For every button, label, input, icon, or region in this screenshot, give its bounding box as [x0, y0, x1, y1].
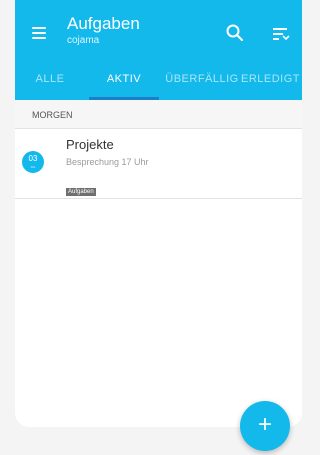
task-description: Besprechung 17 Uhr [66, 157, 149, 167]
section-label: MORGEN [32, 110, 73, 120]
app-title: Aufgaben [67, 14, 140, 33]
date-badge-month: JUL [30, 165, 36, 169]
task-tag: Aufgaben [66, 188, 96, 196]
app-bar: Aufgaben cojama ALLE AKTIV ÜBERFÄLLIG ER… [15, 0, 302, 100]
section-header: MORGEN [15, 100, 302, 129]
add-icon: + [257, 411, 272, 438]
menu-icon[interactable] [32, 27, 46, 39]
tab-erledigt[interactable]: ERLEDIGT [239, 70, 302, 100]
add-task-button[interactable]: + [240, 401, 290, 451]
date-badge: 03 JUL [22, 151, 44, 173]
tab-bar: ALLE AKTIV ÜBERFÄLLIG ERLEDIGT [15, 70, 302, 100]
tab-ueberfaellig[interactable]: ÜBERFÄLLIG [159, 70, 245, 100]
task-item[interactable]: 03 JUL Projekte Besprechung 17 Uhr Aufga… [15, 129, 302, 199]
task-title: Projekte [66, 137, 114, 152]
tab-alle[interactable]: ALLE [15, 70, 85, 100]
app-screen: Aufgaben cojama ALLE AKTIV ÜBERFÄLLIG ER… [15, 0, 302, 427]
tab-aktiv[interactable]: AKTIV [89, 70, 159, 100]
app-subtitle: cojama [67, 35, 100, 46]
date-badge-day: 03 [28, 154, 38, 163]
search-icon[interactable] [223, 21, 247, 45]
sort-filter-icon[interactable] [271, 24, 291, 44]
